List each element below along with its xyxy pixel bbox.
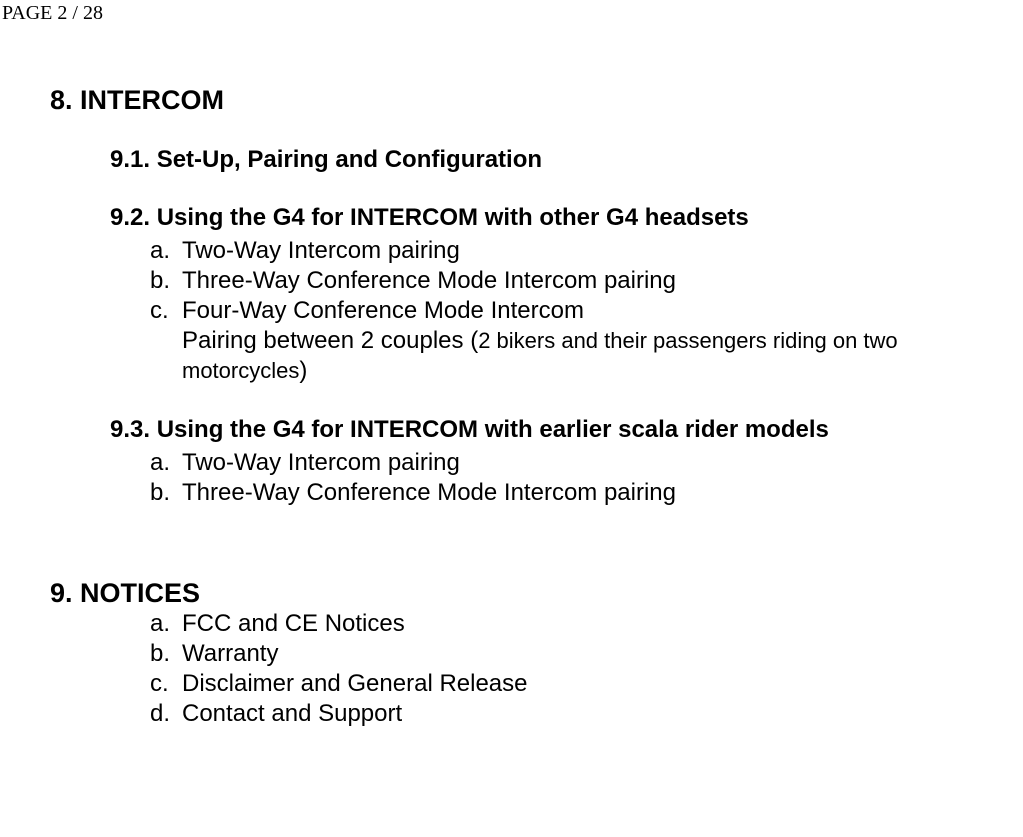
list-item: b. Three-Way Conference Mode Intercom pa… — [150, 266, 1023, 296]
list-text: Three-Way Conference Mode Intercom pairi… — [182, 478, 1023, 508]
list-text: FCC and CE Notices — [182, 609, 1023, 639]
subsection-9-3: 9.3. Using the G4 for INTERCOM with earl… — [110, 416, 1023, 508]
section-9-title: 9. NOTICES — [50, 578, 1023, 609]
list-marker: c. — [150, 296, 182, 386]
list-marker: a. — [150, 448, 182, 478]
list-marker: b. — [150, 639, 182, 669]
list-marker: b. — [150, 266, 182, 296]
list-text: Four-Way Conference Mode Intercom Pairin… — [182, 296, 1023, 386]
list-text: Two-Way Intercom pairing — [182, 236, 1023, 266]
list-marker: a. — [150, 236, 182, 266]
page-header: PAGE 2 / 28 — [0, 0, 1023, 25]
list-item: a. Two-Way Intercom pairing — [150, 236, 1023, 266]
list-marker: b. — [150, 478, 182, 508]
subsection-9-2-list: a. Two-Way Intercom pairing b. Three-Way… — [150, 236, 1023, 386]
section-8-title: 8. INTERCOM — [50, 85, 1023, 116]
subsection-9-1: 9.1. Set-Up, Pairing and Configuration — [110, 146, 1023, 174]
list-item: d. Contact and Support — [150, 699, 1023, 729]
section-9-list-wrap: a. FCC and CE Notices b. Warranty c. Dis… — [110, 609, 1023, 729]
list-marker: c. — [150, 669, 182, 699]
list-item: c. Disclaimer and General Release — [150, 669, 1023, 699]
list-text: Two-Way Intercom pairing — [182, 448, 1023, 478]
list-item: a. Two-Way Intercom pairing — [150, 448, 1023, 478]
list-text: Warranty — [182, 639, 1023, 669]
subsection-9-1-title: 9.1. Set-Up, Pairing and Configuration — [110, 146, 1023, 174]
list-item: c. Four-Way Conference Mode Intercom Pai… — [150, 296, 1023, 386]
list-marker: d. — [150, 699, 182, 729]
list-item: b. Warranty — [150, 639, 1023, 669]
subsection-9-3-title: 9.3. Using the G4 for INTERCOM with earl… — [110, 416, 1023, 444]
list-text-line2-prefix: Pairing between 2 couples ( — [182, 327, 478, 354]
list-text-line1: Four-Way Conference Mode Intercom — [182, 297, 584, 324]
list-item: b. Three-Way Conference Mode Intercom pa… — [150, 478, 1023, 508]
list-marker: a. — [150, 609, 182, 639]
list-text: Three-Way Conference Mode Intercom pairi… — [182, 266, 1023, 296]
list-text: Disclaimer and General Release — [182, 669, 1023, 699]
subsection-9-2-title: 9.2. Using the G4 for INTERCOM with othe… — [110, 204, 1023, 232]
subsection-9-3-list: a. Two-Way Intercom pairing b. Three-Way… — [150, 448, 1023, 508]
section-9-list: a. FCC and CE Notices b. Warranty c. Dis… — [150, 609, 1023, 729]
list-item: a. FCC and CE Notices — [150, 609, 1023, 639]
document-content: 8. INTERCOM 9.1. Set-Up, Pairing and Con… — [0, 25, 1023, 729]
list-text-line2-suffix: ) — [299, 357, 307, 384]
subsection-9-2: 9.2. Using the G4 for INTERCOM with othe… — [110, 204, 1023, 386]
list-text: Contact and Support — [182, 699, 1023, 729]
